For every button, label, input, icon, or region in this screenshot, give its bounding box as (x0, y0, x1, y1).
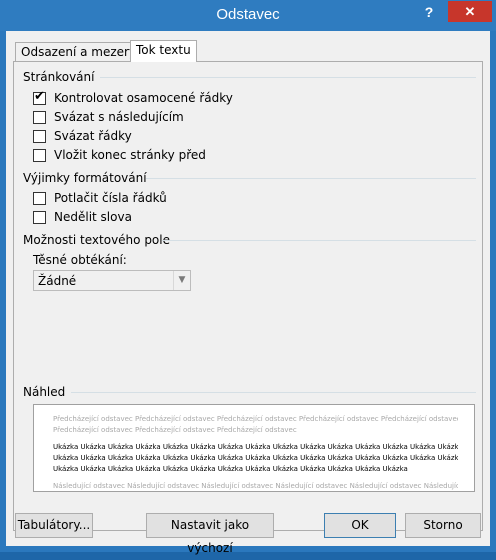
checkbox-label: Vložit konec stránky před (54, 148, 206, 162)
ok-button-label: OK (351, 518, 369, 532)
close-button[interactable]: ✕ (448, 1, 492, 22)
tab-panel: Stránkování ✔ Kontrolovat osamocené řádk… (13, 61, 483, 531)
formatting-exceptions-divider (146, 178, 476, 179)
checkbox-label: Svázat s následujícím (54, 110, 184, 124)
help-button[interactable]: ? (416, 1, 442, 23)
tab-indents-spacing-label: Odsazení a mezery (21, 45, 137, 59)
tab-line-page-breaks-label: Tok textu (136, 43, 191, 57)
tight-wrap-dropdown[interactable]: Žádné ▼ (33, 270, 191, 291)
set-default-button-label: Nastavit jako výchozí (170, 518, 250, 555)
check-icon: ✔ (34, 88, 45, 104)
tight-wrap-value: Žádné (38, 274, 77, 288)
chevron-down-icon[interactable]: ▼ (173, 271, 190, 290)
dialog-window: Odstavec ? ✕ Odsazení a mezery Tok textu… (0, 0, 496, 555)
checkbox-suppress-line-numbers[interactable]: Potlačit čísla řádků (33, 190, 167, 206)
checkbox-box[interactable] (33, 129, 46, 143)
checkbox-label: Nedělit slova (54, 210, 132, 224)
formatting-exceptions-heading: Výjimky formátování (23, 171, 147, 185)
preview-sample-line: Ukázka Ukázka Ukázka Ukázka Ukázka Ukázk… (53, 454, 458, 462)
preview-divider (71, 392, 476, 393)
preview-previous-line: Předcházející odstavec Předcházející ods… (53, 426, 297, 434)
pagination-divider (100, 77, 476, 78)
checkbox-box[interactable] (33, 110, 46, 124)
preview-previous-line: Předcházející odstavec Předcházející ods… (53, 415, 458, 423)
checkbox-box[interactable] (33, 148, 46, 162)
tabs-button-label: Tabulátory... (17, 518, 91, 532)
checkbox-label: Svázat řádky (54, 129, 132, 143)
dialog-client: Odsazení a mezery Tok textu Stránkování … (6, 31, 490, 555)
checkbox-widow-control[interactable]: ✔ Kontrolovat osamocené řádky (33, 90, 233, 106)
set-default-button[interactable]: Nastavit jako výchozí (146, 513, 274, 555)
preview-heading: Náhled (23, 385, 66, 399)
tab-indents-spacing[interactable]: Odsazení a mezery (15, 42, 143, 61)
tab-line-page-breaks[interactable]: Tok textu (130, 40, 197, 62)
tabs-button[interactable]: Tabulátory... (15, 513, 93, 538)
textbox-options-heading: Možnosti textového pole (23, 233, 170, 247)
title-bar[interactable]: Odstavec ? ✕ (0, 0, 496, 31)
checkbox-label: Kontrolovat osamocené řádky (54, 91, 233, 105)
preview-sample-line: Ukázka Ukázka Ukázka Ukázka Ukázka Ukázk… (53, 443, 458, 451)
textbox-options-divider (162, 240, 476, 241)
cancel-button-label: Storno (423, 518, 463, 532)
checkbox-page-break-before[interactable]: Vložit konec stránky před (33, 147, 206, 163)
preview-next-line: Následující odstavec Následující odstave… (53, 482, 458, 490)
checkbox-keep-with-next[interactable]: Svázat s následujícím (33, 109, 184, 125)
tight-wrap-label: Těsné obtékání: (33, 253, 127, 267)
cancel-button[interactable]: Storno (405, 513, 481, 538)
checkbox-box[interactable] (33, 191, 46, 205)
checkbox-box[interactable] (33, 210, 46, 224)
checkbox-keep-lines-together[interactable]: Svázat řádky (33, 128, 132, 144)
checkbox-box[interactable]: ✔ (33, 88, 46, 105)
checkbox-label: Potlačit čísla řádků (54, 191, 167, 205)
preview-sample-line: Ukázka Ukázka Ukázka Ukázka Ukázka Ukázk… (53, 465, 408, 473)
ok-button[interactable]: OK (324, 513, 396, 538)
pagination-heading: Stránkování (23, 70, 95, 84)
checkbox-dont-hyphenate[interactable]: Nedělit slova (33, 209, 132, 225)
preview-box: Předcházející odstavec Předcházející ods… (33, 404, 475, 492)
